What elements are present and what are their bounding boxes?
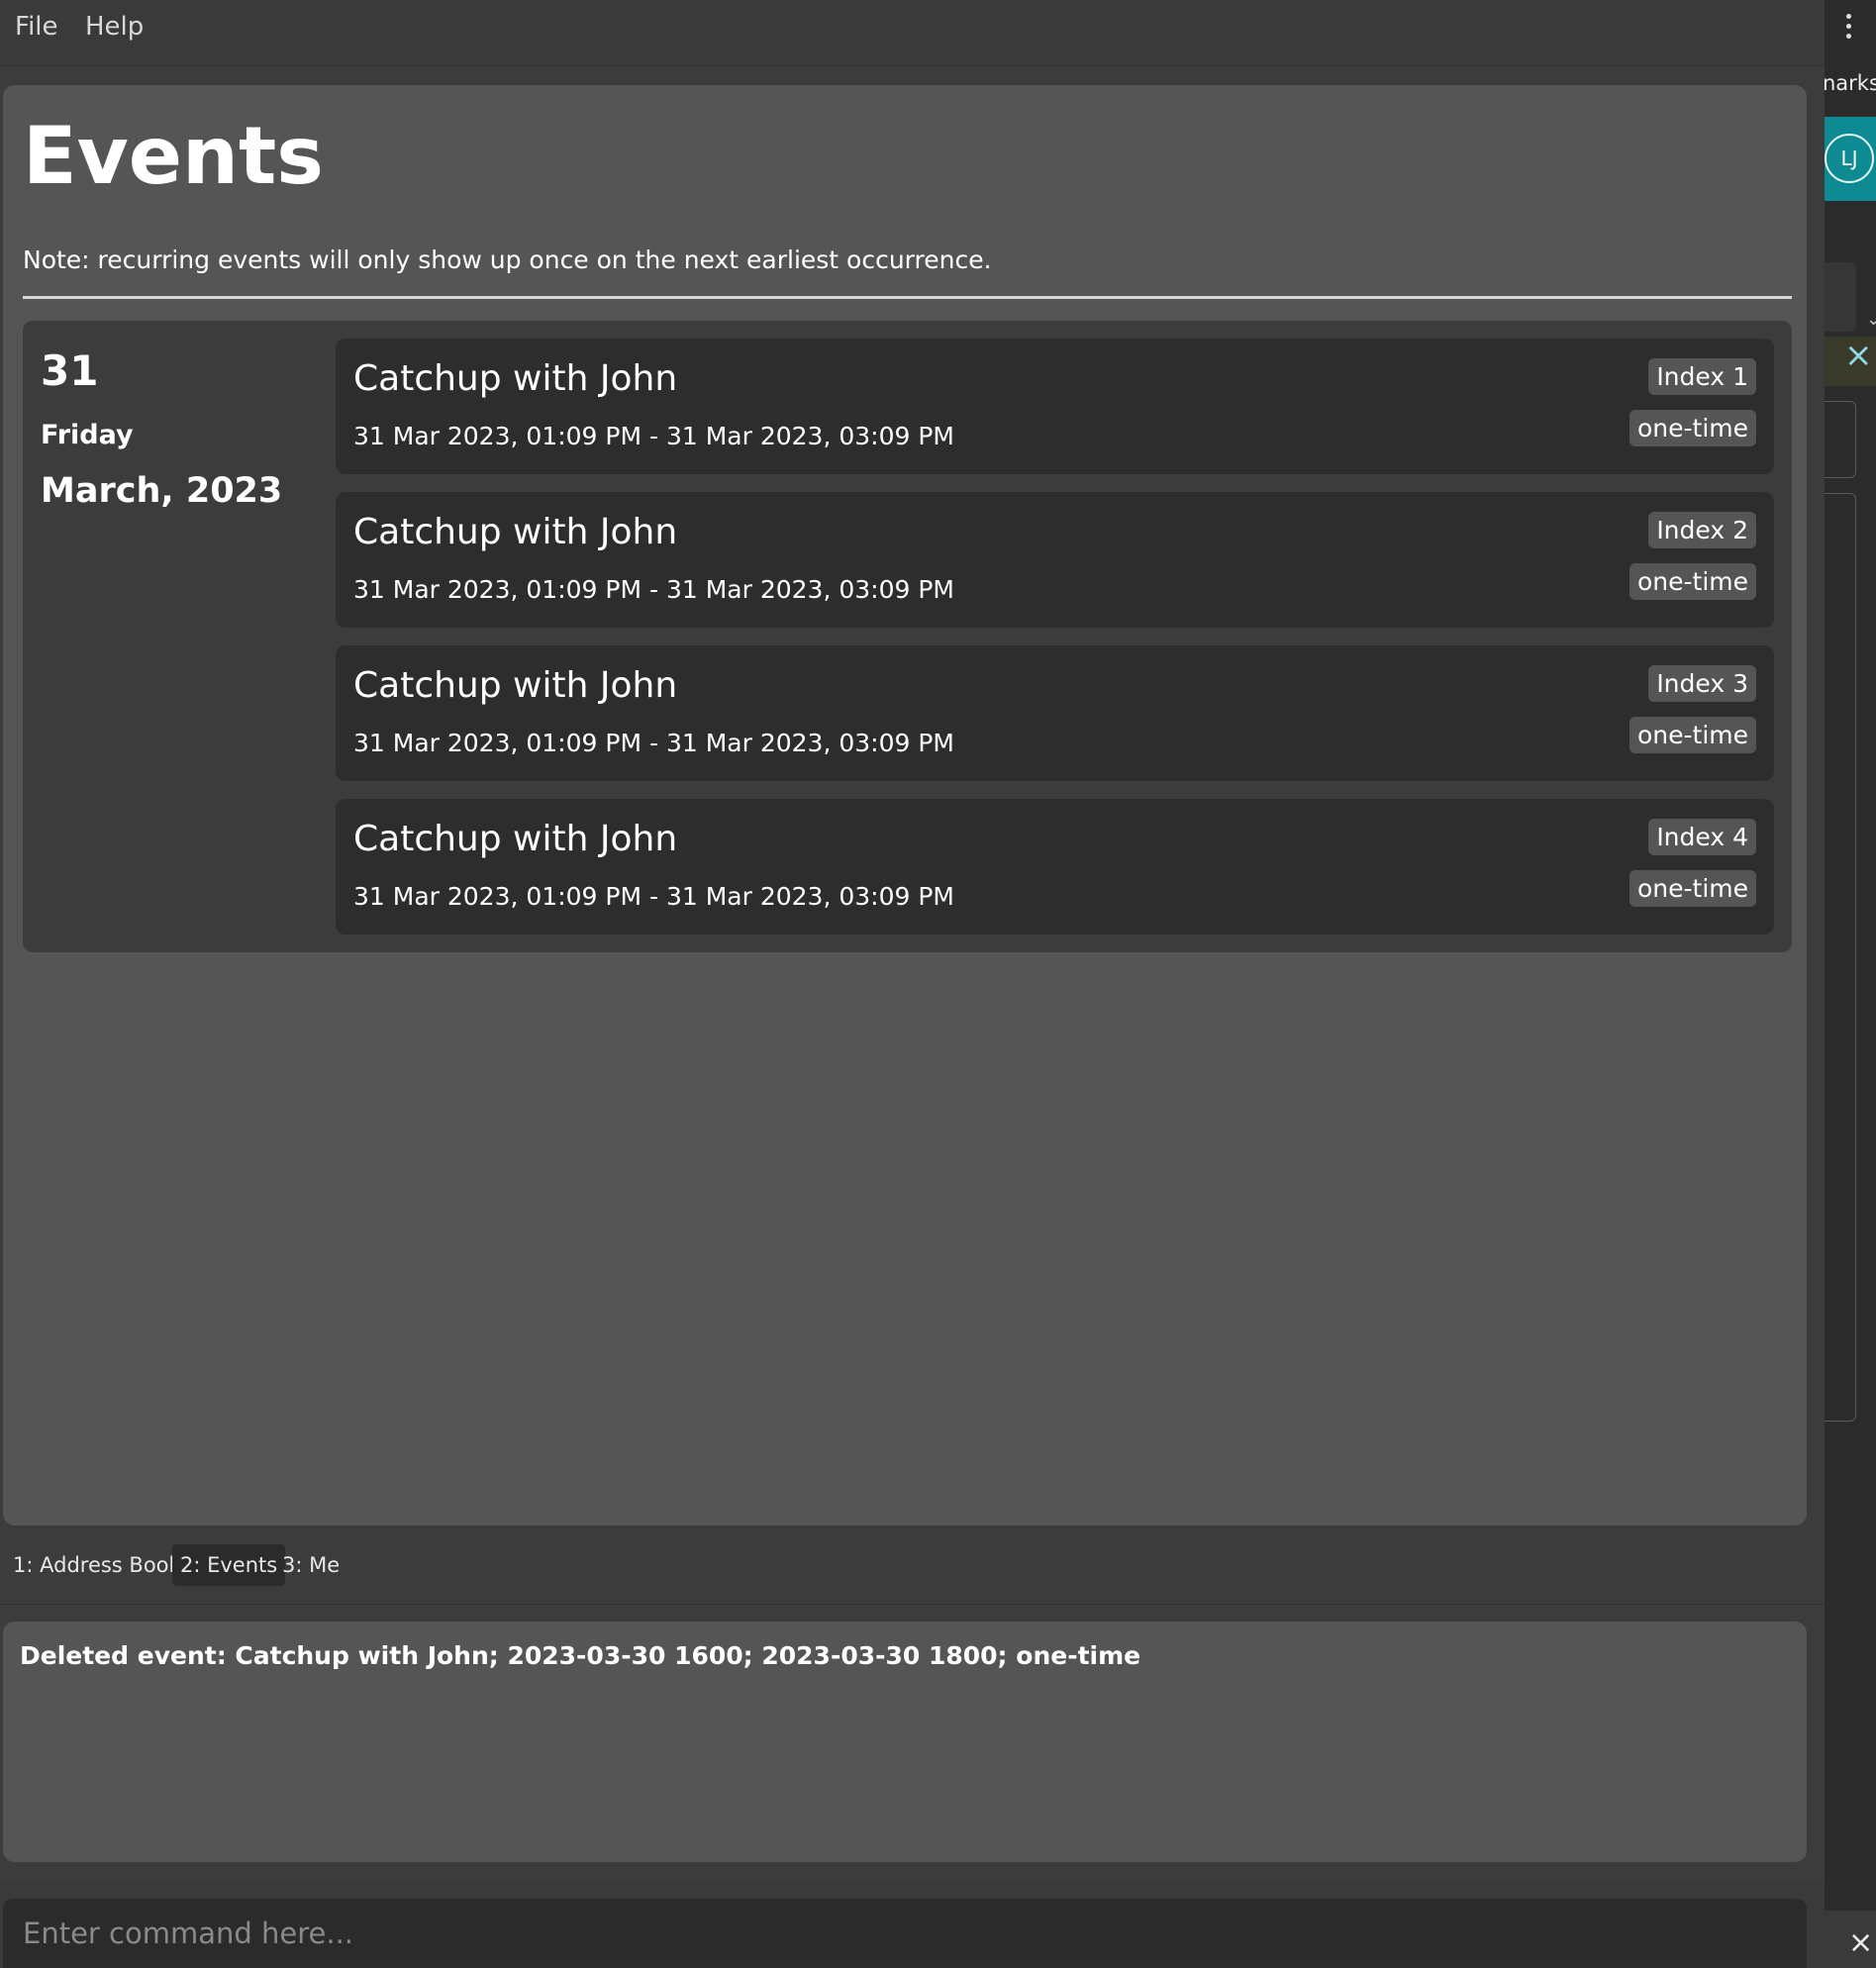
event-index-badge: Index 2	[1648, 512, 1756, 548]
side-window-label: narks	[1825, 71, 1876, 95]
side-panel-box	[1825, 262, 1856, 332]
tab-bar: 1: Address Book 2: Events 3: Me	[0, 1540, 1825, 1602]
side-panel-box	[1825, 493, 1856, 1422]
avatar-band: LJ	[1825, 117, 1876, 201]
menu-bar: File Help	[0, 0, 1825, 66]
month-year: March, 2023	[41, 471, 283, 511]
day-group: 31 Friday March, 2023 Catchup with John …	[23, 321, 1792, 952]
day-name: Friday	[41, 420, 134, 450]
command-input[interactable]	[3, 1899, 1807, 1968]
side-bottom-bar: ×	[1825, 1911, 1876, 1968]
event-recurrence-badge: one-time	[1629, 870, 1756, 907]
event-index-badge: Index 1	[1648, 358, 1756, 395]
event-end: 31 Mar 2023, 03:09 PM	[665, 575, 954, 604]
tab-divider	[0, 1604, 1825, 1605]
event-time: 31 Mar 2023, 01:09 PM - 31 Mar 2023, 03:…	[353, 729, 954, 757]
menu-help[interactable]: Help	[85, 12, 144, 42]
event-start: 31 Mar 2023, 01:09 PM	[353, 882, 642, 911]
time-separator: -	[642, 729, 666, 757]
events-panel: Events Note: recurring events will only …	[3, 85, 1807, 1525]
event-index-badge: Index 4	[1648, 819, 1756, 855]
recurring-note: Note: recurring events will only show up…	[23, 246, 992, 274]
menu-file[interactable]: File	[15, 12, 58, 42]
chevron-down-icon[interactable]: ⌄	[1866, 309, 1876, 330]
result-text: Deleted event: Catchup with John; 2023-0…	[20, 1641, 1141, 1670]
event-card[interactable]: Catchup with John 31 Mar 2023, 01:09 PM …	[336, 645, 1774, 781]
tab-events[interactable]: 2: Events	[172, 1544, 286, 1586]
close-icon[interactable]: ×	[1844, 339, 1873, 372]
app-window: File Help Events Note: recurring events …	[0, 0, 1825, 1968]
close-icon[interactable]: ×	[1848, 1928, 1873, 1958]
time-separator: -	[642, 422, 666, 450]
event-end: 31 Mar 2023, 03:09 PM	[665, 729, 954, 757]
more-options-icon[interactable]	[1844, 14, 1852, 44]
event-time: 31 Mar 2023, 01:09 PM - 31 Mar 2023, 03:…	[353, 422, 954, 450]
event-end: 31 Mar 2023, 03:09 PM	[665, 422, 954, 450]
event-card[interactable]: Catchup with John 31 Mar 2023, 01:09 PM …	[336, 799, 1774, 935]
tab-me[interactable]: 3: Me	[274, 1544, 347, 1586]
event-recurrence-badge: one-time	[1629, 410, 1756, 446]
event-card[interactable]: Catchup with John 31 Mar 2023, 01:09 PM …	[336, 339, 1774, 474]
avatar[interactable]: LJ	[1825, 134, 1874, 183]
event-start: 31 Mar 2023, 01:09 PM	[353, 422, 642, 450]
event-title: Catchup with John	[353, 358, 678, 399]
event-title: Catchup with John	[353, 665, 678, 706]
event-title: Catchup with John	[353, 819, 678, 859]
time-separator: -	[642, 575, 666, 604]
event-card[interactable]: Catchup with John 31 Mar 2023, 01:09 PM …	[336, 492, 1774, 628]
event-start: 31 Mar 2023, 01:09 PM	[353, 575, 642, 604]
time-separator: -	[642, 882, 666, 911]
event-title: Catchup with John	[353, 512, 678, 552]
notification-band: ×	[1825, 337, 1876, 386]
event-time: 31 Mar 2023, 01:09 PM - 31 Mar 2023, 03:…	[353, 882, 954, 911]
background-window-strip: narks LJ ⌄ × ×	[1825, 0, 1876, 1968]
event-recurrence-badge: one-time	[1629, 717, 1756, 753]
page-title: Events	[23, 110, 324, 202]
side-panel-box	[1825, 401, 1856, 478]
command-area	[0, 1880, 1825, 1968]
event-end: 31 Mar 2023, 03:09 PM	[665, 882, 954, 911]
event-index-badge: Index 3	[1648, 665, 1756, 702]
event-start: 31 Mar 2023, 01:09 PM	[353, 729, 642, 757]
day-number: 31	[41, 346, 99, 395]
divider	[23, 296, 1792, 299]
result-display: Deleted event: Catchup with John; 2023-0…	[3, 1622, 1807, 1862]
event-time: 31 Mar 2023, 01:09 PM - 31 Mar 2023, 03:…	[353, 575, 954, 604]
tab-address-book[interactable]: 1: Address Book	[5, 1544, 189, 1586]
event-recurrence-badge: one-time	[1629, 563, 1756, 600]
